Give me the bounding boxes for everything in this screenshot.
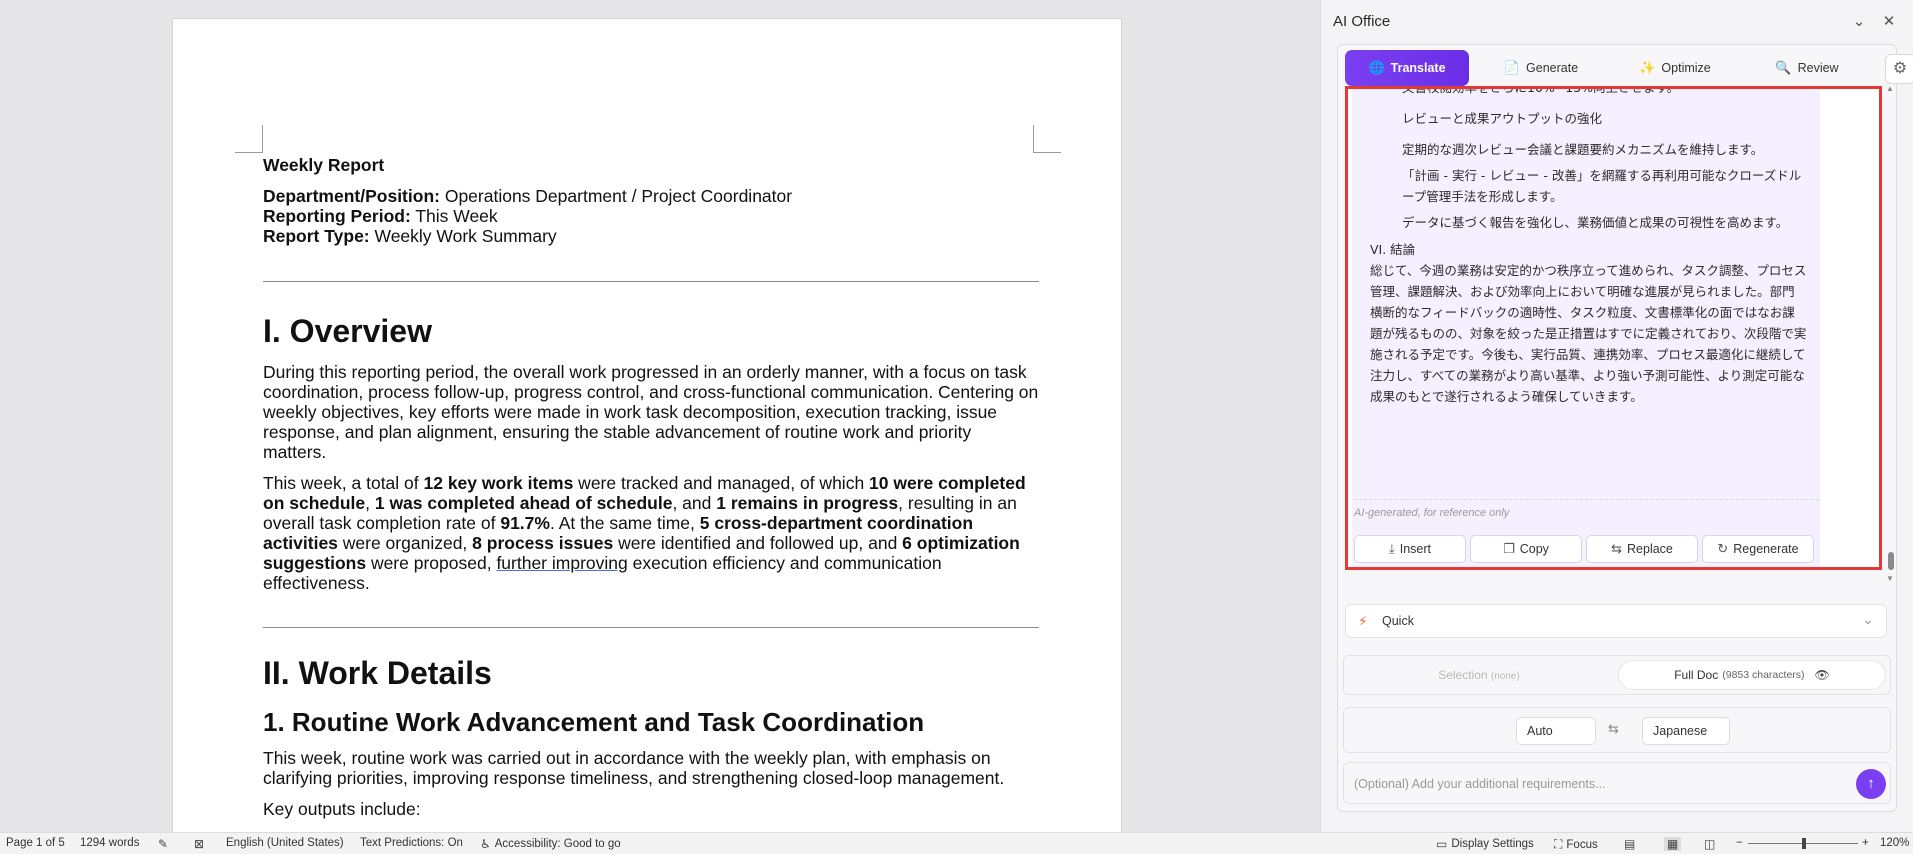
track-changes-icon[interactable]: ⊠ <box>194 837 204 851</box>
tab-optimize[interactable]: ✨ Optimize <box>1613 50 1737 86</box>
requirements-input[interactable] <box>1354 773 1834 795</box>
language-status[interactable]: English (United States) <box>226 837 344 849</box>
result-bullet: 定期的な週次レビュー会議と課題要約メカニズムを維持します。 <box>1402 142 1764 157</box>
document-page[interactable]: Weekly Report Department/Position: Opera… <box>172 18 1122 832</box>
source-language-select[interactable]: Auto <box>1516 717 1596 745</box>
send-button[interactable]: ↑ <box>1856 769 1886 799</box>
status-bar: Page 1 of 5 1294 words ✎ ⊠ English (Unit… <box>0 832 1913 854</box>
eye-icon[interactable]: 👁 <box>1815 668 1830 682</box>
tab-translate[interactable]: 🌐 Translate <box>1345 50 1469 86</box>
document-body[interactable]: Weekly Report Department/Position: Opera… <box>263 155 1039 830</box>
web-layout-icon[interactable]: ◫ <box>1704 837 1715 851</box>
zoom-slider-thumb[interactable] <box>1802 838 1806 849</box>
swap-languages-icon[interactable]: ⇆ <box>1608 721 1619 737</box>
divider <box>1354 499 1819 500</box>
word-count[interactable]: 1294 words <box>80 837 139 849</box>
settings-button[interactable]: ⚙ <box>1885 54 1913 84</box>
routine-paragraph-1: This week, routine work was carried out … <box>263 748 1005 788</box>
replace-button[interactable]: ⇆ Replace <box>1586 535 1698 563</box>
page-count[interactable]: Page 1 of 5 <box>6 837 65 849</box>
insert-button[interactable]: ⤓ Insert <box>1354 535 1466 563</box>
horizontal-rule <box>263 627 1039 628</box>
arrow-up-icon: ↑ <box>1867 775 1875 792</box>
result-scrollbar[interactable]: ▲ ▼ <box>1886 84 1896 586</box>
result-section-title: レビューと成果アウトプットの強化 <box>1402 111 1603 126</box>
scroll-thumb[interactable] <box>1888 552 1894 570</box>
translation-result[interactable]: 文書校閲効率をさらに10%~15%向上させます。 レビューと成果アウトプットの強… <box>1345 86 1882 570</box>
copy-icon: ❐ <box>1503 541 1515 556</box>
sparkle-icon: ✨ <box>1639 60 1656 75</box>
requirements-box: ↑ <box>1343 762 1891 804</box>
insert-icon: ⤓ <box>1388 541 1395 556</box>
overview-paragraph-1: During this reporting period, the overal… <box>263 362 1039 462</box>
result-conclusion-text: 総じて、今週の業務は安定的かつ秩序立って進められ、タスク調整、プロセス管理、課題… <box>1370 263 1807 404</box>
accessibility-status[interactable]: ♿ Accessibility: Good to go <box>480 837 621 851</box>
zoom-level[interactable]: 120% <box>1880 837 1909 849</box>
text-predictions-status[interactable]: Text Predictions: On <box>360 837 463 849</box>
scope-fulldoc-option[interactable]: Full Doc (9853 characters) 👁 <box>1618 660 1886 690</box>
document-icon: 📄 <box>1503 60 1521 75</box>
refresh-icon: ↻ <box>1717 541 1729 556</box>
feature-tabs: 🌐 Translate 📄 Generate ✨ Optimize 🔍 Review ⚙ <box>1345 50 1913 86</box>
meta-period: Reporting Period: This Week <box>263 206 498 226</box>
zoom-out-button[interactable]: − <box>1736 837 1743 849</box>
scroll-down-icon[interactable]: ▼ <box>1886 574 1894 583</box>
mode-label: Quick <box>1382 614 1414 628</box>
focus-icon: ⛶ <box>1554 837 1563 851</box>
panel-title: AI Office <box>1333 13 1391 30</box>
gear-icon: ⚙ <box>1892 60 1908 77</box>
scope-selection-option[interactable]: Selection (none) <box>1344 656 1614 694</box>
tab-generate[interactable]: 📄 Generate <box>1479 50 1603 86</box>
display-settings-button[interactable]: ▭ Display Settings <box>1436 837 1534 851</box>
result-bullet: 「計画 - 実行 - レビュー - 改善」を網羅する再利用可能なクローズドループ… <box>1402 168 1802 204</box>
close-icon[interactable]: ✕ <box>1879 12 1899 32</box>
print-layout-icon[interactable]: ▦ <box>1664 837 1682 851</box>
heading-work-details: II. Work Details <box>263 655 492 691</box>
translated-text: 文書校閲効率をさらに10%~15%向上させます。 レビューと成果アウトプットの強… <box>1370 86 1807 407</box>
globe-icon: 🌐 <box>1368 60 1385 75</box>
result-bullet: データに基づく報告を強化し、業務価値と成果の可視性を高めます。 <box>1402 215 1789 230</box>
spellcheck-underline: further improving <box>496 553 628 573</box>
monitor-icon: ▭ <box>1436 837 1448 851</box>
language-selector: Auto ⇆ Japanese <box>1343 707 1891 753</box>
result-cut-line: 文書校閲効率をさらに10%~15%向上させます。 <box>1402 86 1680 95</box>
meta-type: Report Type: Weekly Work Summary <box>263 226 557 246</box>
magnifier-icon: 🔍 <box>1775 60 1792 75</box>
focus-button[interactable]: ⛶ Focus <box>1554 837 1598 852</box>
lightning-icon: ⚡ <box>1358 613 1368 629</box>
heading-overview: I. Overview <box>263 313 432 349</box>
replace-icon: ⇆ <box>1611 541 1623 556</box>
result-card: 文書校閲効率をさらに10%~15%向上させます。 レビューと成果アウトプットの強… <box>1352 86 1820 567</box>
chevron-down-icon: ⌄ <box>1862 611 1874 627</box>
accessibility-icon: ♿ <box>480 837 491 851</box>
ai-office-panel: AI Office ⌄ ✕ 🌐 Translate 📄 Generate ✨ Opti… <box>1320 0 1913 832</box>
scroll-up-icon[interactable]: ▲ <box>1886 84 1894 93</box>
margin-corner-top-right <box>1033 125 1061 153</box>
chevron-down-icon[interactable]: ⌄ <box>1849 12 1869 32</box>
meta-department: Department/Position: Operations Departme… <box>263 186 793 206</box>
doc-title: Weekly Report <box>263 155 385 175</box>
margin-corner-top-left <box>235 125 263 153</box>
target-language-select[interactable]: Japanese <box>1642 717 1730 745</box>
tab-review[interactable]: 🔍 Review <box>1745 50 1869 86</box>
zoom-in-button[interactable]: + <box>1862 837 1869 849</box>
regenerate-button[interactable]: ↻ Regenerate <box>1702 535 1814 563</box>
scope-selector: Selection (none) Full Doc (9853 character… <box>1343 655 1891 695</box>
copy-button[interactable]: ❐ Copy <box>1470 535 1582 563</box>
panel-header: AI Office ⌄ ✕ <box>1333 10 1901 34</box>
heading-routine-work: 1. Routine Work Advancement and Task Coo… <box>263 707 925 737</box>
document-canvas[interactable]: Weekly Report Department/Position: Opera… <box>0 0 1320 832</box>
result-conclusion-heading: VI. 結論 <box>1370 242 1416 257</box>
proofing-icon[interactable]: ✎ <box>158 837 168 851</box>
overview-paragraph-2: This week, a total of 12 key work items … <box>263 473 1026 593</box>
ai-disclaimer: AI-generated, for reference only <box>1354 507 1510 519</box>
read-mode-icon[interactable]: ▤ <box>1624 837 1635 851</box>
routine-paragraph-2: Key outputs include: <box>263 799 421 819</box>
horizontal-rule <box>263 281 1039 282</box>
mode-dropdown[interactable]: ⚡ Quick ⌄ <box>1345 604 1887 638</box>
